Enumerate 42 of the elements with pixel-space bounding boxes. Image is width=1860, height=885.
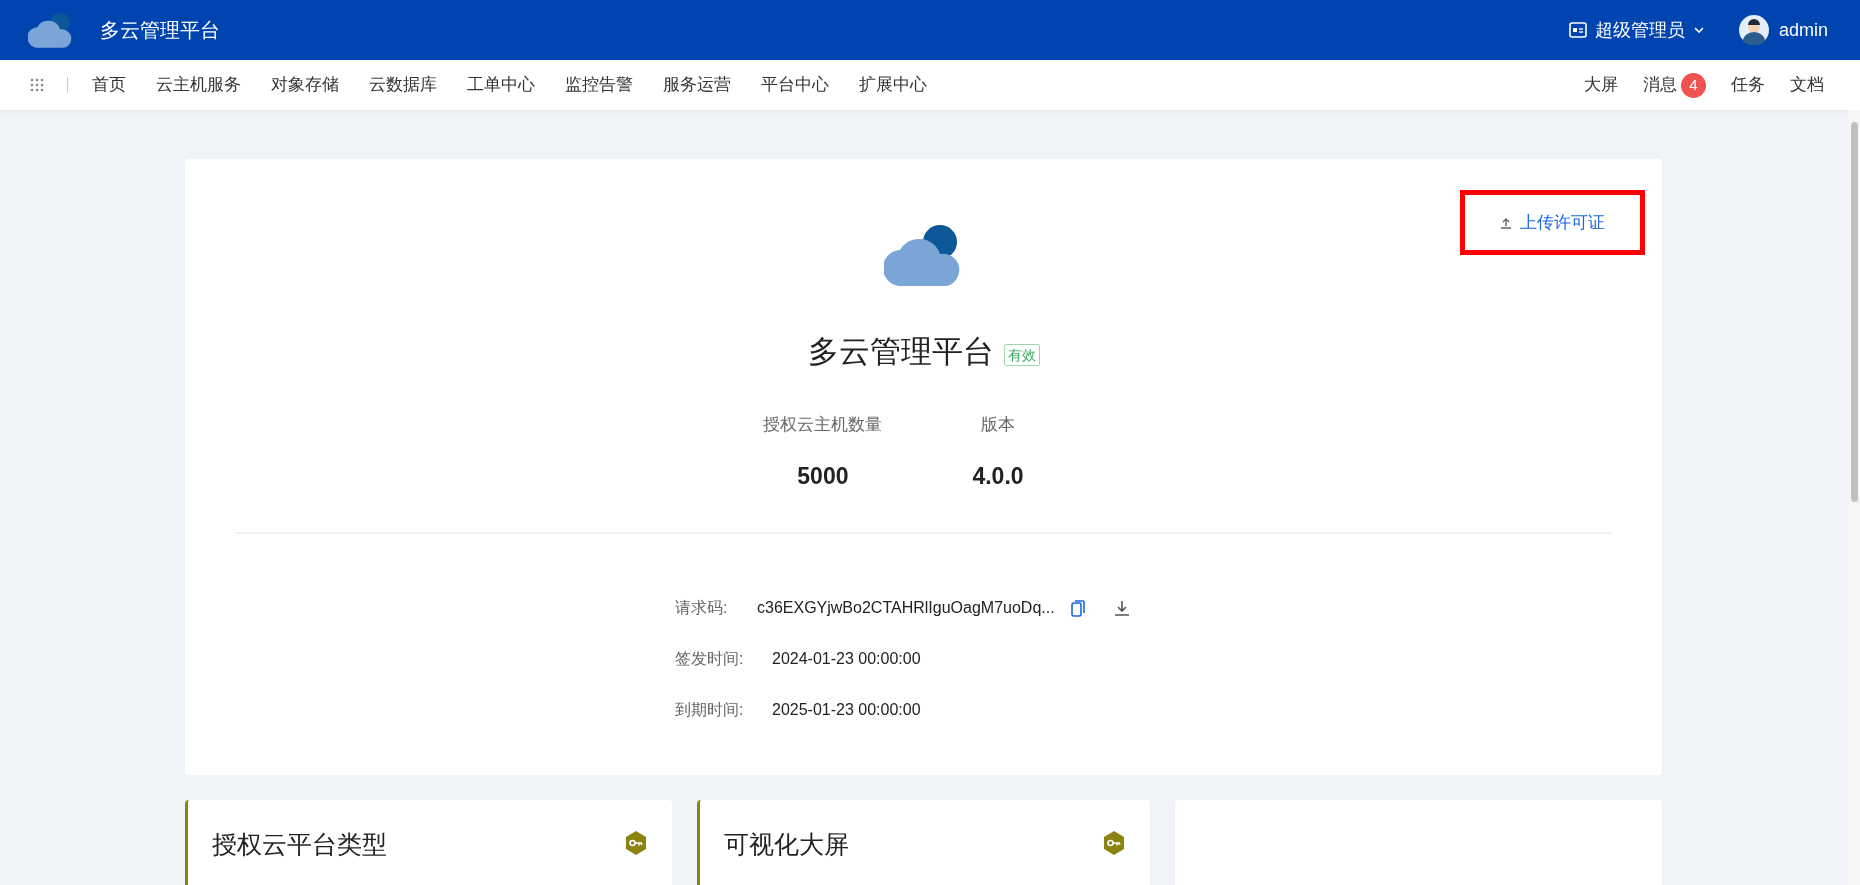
product-title: 多云管理平台 [807, 333, 994, 371]
card-title: 授权云平台类型 [212, 829, 388, 860]
nav-link[interactable]: 大屏 [1584, 72, 1618, 98]
chevron-down-icon [1692, 26, 1705, 34]
detail-value: 2025-01-23 00:00:00 [772, 700, 921, 720]
id-card-icon [1568, 22, 1587, 38]
stat-label: 版本 [981, 413, 1015, 436]
detail-label: 请求码: [675, 598, 729, 618]
nav-item[interactable]: 对象存储 [271, 72, 339, 98]
count-badge: 4 [1681, 72, 1706, 98]
stat-value: 4.0.0 [972, 462, 1024, 491]
upload-icon [1500, 216, 1512, 229]
role-dropdown[interactable]: 超级管理员 [1568, 16, 1705, 44]
stat-label: 授权云主机数量 [763, 413, 883, 436]
detail-value: 2024-01-23 00:00:00 [772, 649, 921, 669]
nav-link[interactable]: 任务 [1731, 72, 1765, 98]
nav-link[interactable]: 文档 [1790, 72, 1824, 98]
nav-item[interactable]: 首页 [92, 72, 126, 98]
status-tag: 有效 [1003, 344, 1040, 367]
card-title: 可视化大屏 [724, 829, 850, 860]
cloud-logo-icon [28, 12, 74, 48]
detail-label: 到期时间: [675, 700, 745, 720]
download-icon[interactable] [1113, 600, 1130, 616]
nav-item[interactable]: 服务运营 [663, 72, 731, 98]
user-menu[interactable]: admin [1738, 15, 1828, 45]
avatar-icon [1738, 15, 1769, 45]
nav-item[interactable]: 扩展中心 [859, 72, 927, 98]
apps-grid-icon[interactable] [30, 78, 44, 92]
nav-item[interactable]: 工单中心 [467, 72, 535, 98]
detail-label: 签发时间: [675, 649, 745, 669]
nav-item[interactable]: 平台中心 [761, 72, 829, 98]
copy-icon[interactable] [1070, 599, 1085, 617]
key-badge-icon [1102, 830, 1126, 856]
brand-title: 多云管理平台 [100, 18, 220, 43]
nav-item[interactable]: 云主机服务 [156, 72, 241, 98]
nav-item[interactable]: 监控告警 [565, 72, 633, 98]
key-badge-icon [624, 830, 648, 856]
upload-license-button[interactable]: 上传许可证 [1500, 209, 1605, 236]
nav-link[interactable]: 消息 4 [1643, 72, 1706, 98]
request-code: c36EXGYjwBo2CTAHRlIguOagM7uoDq... [757, 598, 1055, 618]
nav-item[interactable]: 云数据库 [369, 72, 437, 98]
stat-value: 5000 [797, 462, 849, 491]
